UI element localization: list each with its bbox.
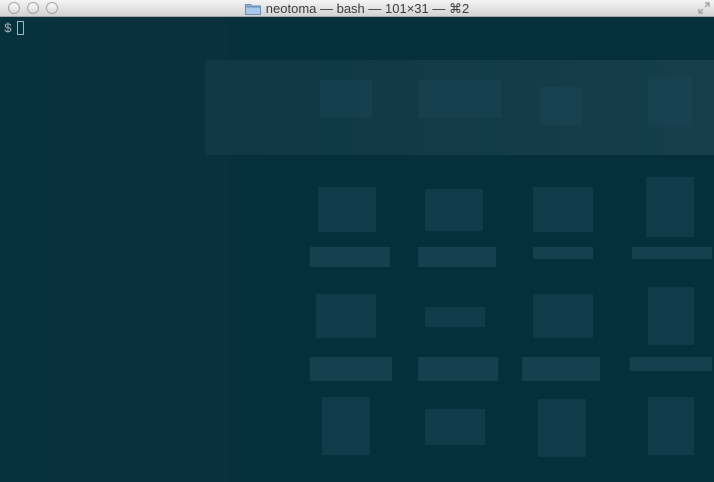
desktop-ghost-icon bbox=[320, 80, 372, 118]
window-title: neotoma — bash — 101×31 — ⌘2 bbox=[265, 1, 470, 16]
folder-icon bbox=[244, 3, 261, 15]
desktop-ghost-label bbox=[632, 247, 712, 259]
desktop-ghost-icon bbox=[419, 80, 501, 118]
desktop-ghost-icon bbox=[648, 287, 694, 345]
desktop-ghost-label bbox=[533, 247, 593, 259]
desktop-ghost-left bbox=[0, 17, 230, 482]
terminal-window: neotoma — bash — 101×31 — ⌘2 $ bbox=[0, 0, 714, 482]
terminal-content[interactable]: $ bbox=[0, 17, 714, 482]
text-cursor bbox=[16, 21, 24, 35]
desktop-ghost-icon bbox=[646, 177, 694, 237]
desktop-ghost-icon bbox=[538, 399, 586, 457]
desktop-ghost-label bbox=[418, 247, 496, 267]
desktop-ghost-icon bbox=[540, 87, 582, 125]
desktop-ghost-icon bbox=[316, 294, 376, 338]
desktop-ghost-icon bbox=[318, 187, 376, 232]
desktop-ghost-label bbox=[522, 357, 600, 381]
desktop-ghost-label bbox=[310, 247, 390, 267]
fullscreen-icon[interactable] bbox=[698, 2, 710, 14]
desktop-ghost-label bbox=[418, 357, 498, 381]
window-title-group: neotoma — bash — 101×31 — ⌘2 bbox=[0, 0, 714, 17]
desktop-ghost-icon bbox=[322, 397, 370, 455]
command-line[interactable]: $ bbox=[4, 20, 24, 36]
desktop-ghost-icon bbox=[648, 397, 694, 455]
title-bar[interactable]: neotoma — bash — 101×31 — ⌘2 bbox=[0, 0, 714, 17]
desktop-ghost-icon bbox=[425, 189, 483, 231]
desktop-ghost-icon bbox=[425, 307, 485, 327]
desktop-ghost-icon bbox=[533, 294, 593, 338]
desktop-ghost-icon bbox=[425, 409, 485, 445]
desktop-ghost-label bbox=[630, 357, 712, 371]
desktop-ghost-icon bbox=[648, 77, 692, 127]
desktop-ghost-icon bbox=[533, 187, 593, 232]
shell-prompt: $ bbox=[4, 20, 12, 36]
desktop-ghost-label bbox=[310, 357, 392, 381]
